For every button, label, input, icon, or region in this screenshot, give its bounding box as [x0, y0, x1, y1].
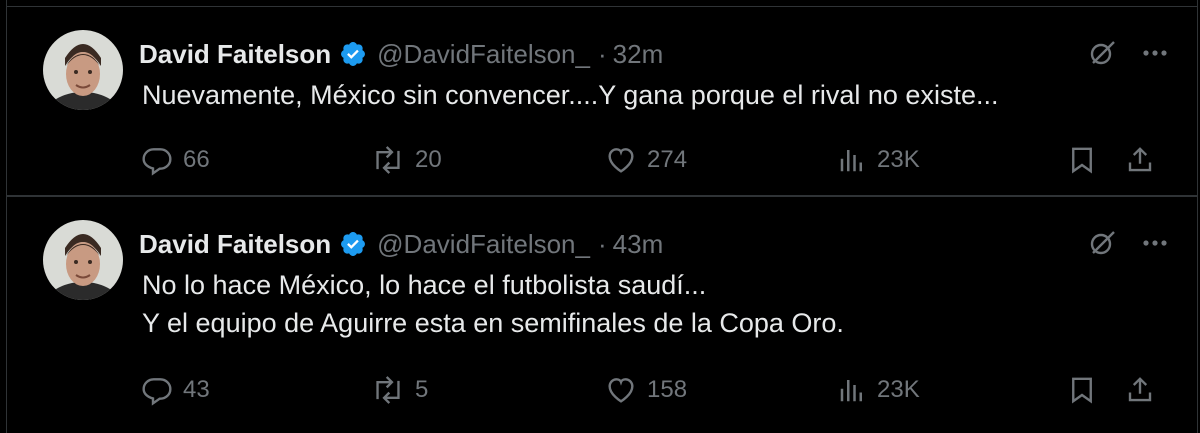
reply-count: 66 — [183, 146, 210, 173]
share-icon — [1125, 144, 1155, 176]
tweet-header: David Faitelson @DavidFaitelson_ · 43m — [139, 226, 663, 262]
retweet-icon — [371, 374, 405, 406]
avatar[interactable] — [43, 220, 123, 300]
reply-icon — [141, 144, 173, 176]
retweet-button[interactable]: 5 — [371, 370, 428, 410]
tweet-header-actions — [1087, 228, 1169, 258]
tweet-header: David Faitelson @DavidFaitelson_ · 32m — [139, 36, 663, 72]
retweet-icon — [371, 144, 405, 176]
top-divider — [7, 6, 1197, 7]
views-count: 23K — [877, 376, 920, 403]
author-name[interactable]: David Faitelson — [139, 39, 331, 70]
more-dots-icon[interactable] — [1141, 229, 1169, 257]
tweet-text: Nuevamente, México sin convencer....Y ga… — [142, 76, 998, 114]
retweet-count: 20 — [415, 146, 442, 173]
like-count: 158 — [647, 376, 688, 403]
views-button[interactable]: 23K — [837, 140, 920, 180]
tweet-actions: 43 5 158 23K — [7, 370, 1197, 410]
tweet[interactable]: David Faitelson @DavidFaitelson_ · 43m N… — [7, 198, 1197, 433]
reply-icon — [141, 374, 173, 406]
timeline: David Faitelson @DavidFaitelson_ · 32m N… — [6, 0, 1198, 433]
like-count: 274 — [647, 146, 688, 173]
tweet-text-line: No lo hace México, lo hace el futbolista… — [142, 270, 707, 300]
bookmark-icon — [1067, 144, 1097, 176]
bookmark-button[interactable] — [1067, 370, 1097, 410]
like-button[interactable]: 158 — [605, 370, 687, 410]
views-icon — [837, 144, 867, 176]
author-handle[interactable]: @DavidFaitelson_ — [377, 39, 590, 70]
retweet-button[interactable]: 20 — [371, 140, 442, 180]
separator-dot: · — [597, 228, 607, 259]
tweet-actions: 66 20 274 23K — [7, 140, 1197, 180]
tweet[interactable]: David Faitelson @DavidFaitelson_ · 32m N… — [7, 8, 1197, 195]
timestamp[interactable]: 32m — [613, 39, 664, 70]
tweet-text-line: Nuevamente, México sin convencer....Y ga… — [142, 80, 999, 110]
reply-count: 43 — [183, 376, 210, 403]
bookmark-button[interactable] — [1067, 140, 1097, 180]
author-name[interactable]: David Faitelson — [139, 229, 331, 260]
retweet-count: 5 — [415, 376, 429, 403]
verified-badge-icon — [339, 230, 367, 258]
timestamp[interactable]: 43m — [613, 229, 664, 260]
verified-badge-icon — [339, 40, 367, 68]
tweet-text-line: Y el equipo de Aguirre esta en semifinal… — [142, 308, 844, 338]
like-button[interactable]: 274 — [605, 140, 687, 180]
grok-icon[interactable] — [1087, 228, 1117, 258]
share-icon — [1125, 374, 1155, 406]
more-dots-icon[interactable] — [1141, 39, 1169, 67]
views-icon — [837, 374, 867, 406]
views-count: 23K — [877, 146, 920, 173]
heart-icon — [605, 374, 637, 406]
reply-button[interactable]: 66 — [141, 140, 210, 180]
author-handle[interactable]: @DavidFaitelson_ — [377, 229, 590, 260]
grok-icon[interactable] — [1087, 38, 1117, 68]
views-button[interactable]: 23K — [837, 370, 920, 410]
heart-icon — [605, 144, 637, 176]
share-button[interactable] — [1125, 140, 1155, 180]
separator-dot: · — [597, 38, 607, 69]
bookmark-icon — [1067, 374, 1097, 406]
reply-button[interactable]: 43 — [141, 370, 210, 410]
tweet-text: No lo hace México, lo hace el futbolista… — [142, 266, 844, 342]
avatar[interactable] — [43, 30, 123, 110]
tweet-header-actions — [1087, 38, 1169, 68]
share-button[interactable] — [1125, 370, 1155, 410]
tweet-divider — [7, 195, 1197, 197]
